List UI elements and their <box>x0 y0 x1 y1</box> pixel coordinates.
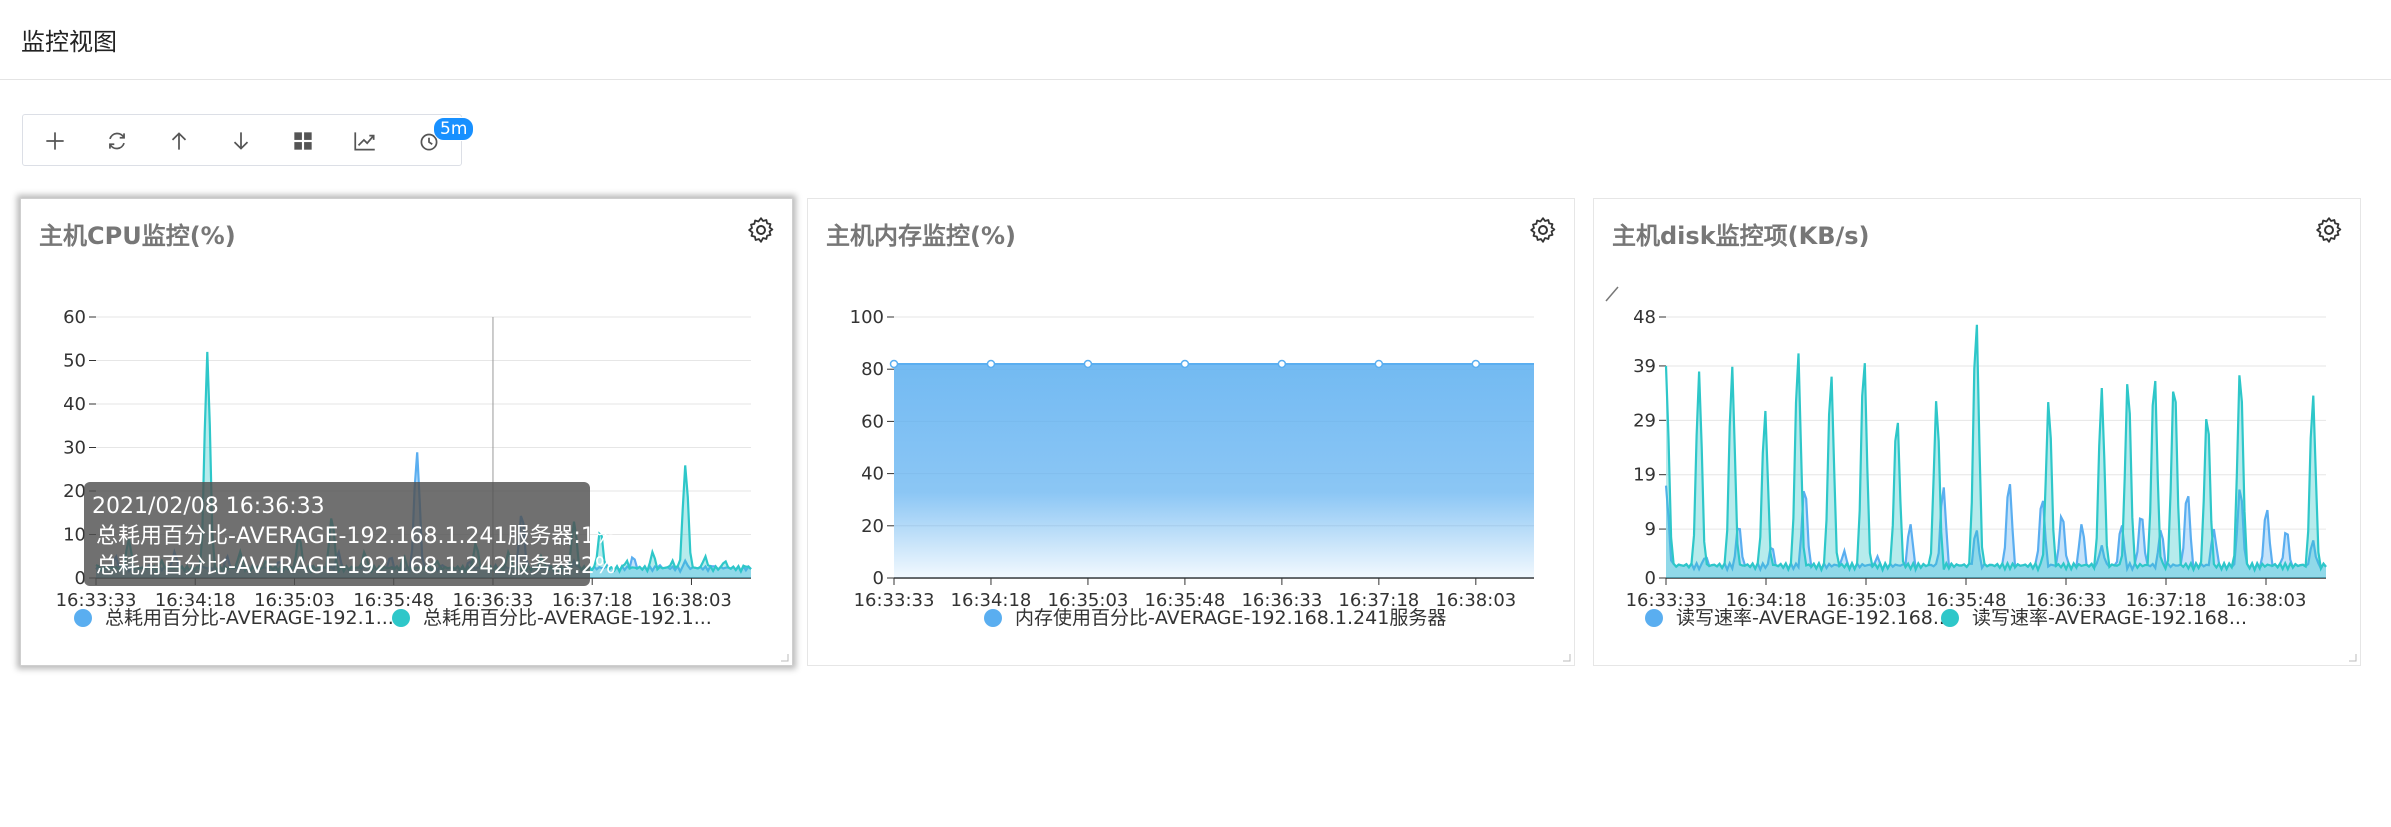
line-chart-icon <box>354 132 375 151</box>
tooltip-row-text: 总耗用百分比-AVERAGE-192.168.1.241服务器:1% <box>96 524 616 549</box>
legend-marker <box>1645 609 1663 627</box>
data-point <box>1180 359 1190 369</box>
grid-icon <box>294 132 312 150</box>
tooltip-row: 总耗用百分比-AVERAGE-192.168.1.241服务器:1% <box>92 522 616 552</box>
data-point <box>1374 359 1384 369</box>
move-up-button[interactable] <box>157 121 201 161</box>
x-tick-label: 16:38:03 <box>1435 590 1516 611</box>
data-point <box>1277 359 1287 369</box>
legend-label: 读写速率-AVERAGE-192.168... <box>1676 607 1951 629</box>
data-point <box>986 359 996 369</box>
y-tick-label: 80 <box>861 359 884 380</box>
tooltip-time: 2021/02/08 16:36:33 <box>92 494 325 519</box>
legend-label: 总耗用百分比-AVERAGE-192.1... <box>105 607 394 629</box>
y-tick-label: 20 <box>63 481 86 502</box>
y-tick-label: 40 <box>861 464 884 485</box>
chart-tooltip: 2021/02/08 16:36:33 总耗用百分比-AVERAGE-192.1… <box>84 482 616 586</box>
y-tick-label: 50 <box>63 351 86 372</box>
chart-type-button[interactable] <box>343 121 387 161</box>
y-tick-label: 19 <box>1633 465 1656 486</box>
legend-marker <box>392 609 410 627</box>
series-area <box>894 363 1534 578</box>
y-tick-label: 20 <box>861 516 884 537</box>
memory-panel[interactable]: 主机内存监控(%) 0 20 40 60 80 100 16:33:33 16:34:18 16… <box>807 198 1575 666</box>
tooltip-row-text: 总耗用百分比-AVERAGE-192.168.1.242服务器:2% <box>96 554 616 579</box>
data-point <box>1471 359 1481 369</box>
disk-panel[interactable]: 主机disk监控项(KB/s) 0 9 19 29 39 48 16:33:33 16:34:… <box>1593 198 2361 666</box>
y-tick-label: 30 <box>63 438 86 459</box>
legend-marker <box>984 609 1002 627</box>
add-icon <box>46 132 64 150</box>
y-tick-label: 100 <box>850 307 884 328</box>
add-button[interactable] <box>33 121 77 161</box>
resize-handle[interactable] <box>1561 652 1571 662</box>
legend-label: 总耗用百分比-AVERAGE-192.1... <box>423 607 712 629</box>
y-tick-label: 60 <box>63 307 86 328</box>
data-point <box>1083 359 1093 369</box>
memory-chart[interactable]: 02040608010016:33:33 16:34:18 16:35:03 16:3… <box>808 199 1576 667</box>
tooltip-row: 总耗用百分比-AVERAGE-192.168.1.242服务器:2% <box>92 552 616 582</box>
y-tick-label: 10 <box>63 525 86 546</box>
series-area <box>1666 324 2326 578</box>
resize-handle[interactable] <box>2347 652 2357 662</box>
refresh-icon <box>109 132 125 150</box>
page-title: 监控视图 <box>21 28 117 56</box>
y-tick-label: 29 <box>1633 410 1656 431</box>
y-tick-label: 39 <box>1633 356 1656 377</box>
y-tick-label: 9 <box>1645 519 1656 540</box>
x-tick-label: 16:33:33 <box>854 590 935 611</box>
arrow-up-icon <box>171 132 187 150</box>
legend-marker <box>1941 609 1959 627</box>
legend-marker <box>74 609 92 627</box>
interval-badge: 5m <box>433 117 475 141</box>
chart-toolbar: 5m <box>22 114 475 166</box>
data-point <box>889 359 899 369</box>
cpu-panel[interactable]: 主机CPU监控(%) 0 10 20 30 40 50 60 16:33:33 16:34:18… <box>20 198 793 666</box>
y-tick-label: 0 <box>1645 568 1656 589</box>
y-tick-label: 40 <box>63 394 86 415</box>
refresh-interval-button[interactable]: 5m <box>407 117 475 161</box>
disk-chart[interactable]: 091929394816:33:33 16:34:18 16:35:03 16:35:… <box>1594 199 2362 667</box>
legend-label: 读写速率-AVERAGE-192.168... <box>1972 607 2247 629</box>
arrow-down-icon <box>233 132 249 150</box>
refresh-button[interactable] <box>95 121 139 161</box>
y-tick-label: 48 <box>1633 307 1656 328</box>
legend-label: 内存使用百分比-AVERAGE-192.168.1.241服务器 <box>1015 607 1446 629</box>
resize-handle[interactable] <box>779 652 789 662</box>
y-tick-label: 0 <box>873 568 884 589</box>
page-header: 监控视图 <box>0 0 2391 80</box>
move-down-button[interactable] <box>219 121 263 161</box>
y-tick-label: 60 <box>861 411 884 432</box>
grid-layout-button[interactable] <box>281 121 325 161</box>
cpu-chart[interactable]: 010203040506016:33:33 16:34:18 16:35:03 16:… <box>21 199 794 667</box>
axis-mark <box>1605 286 1619 302</box>
